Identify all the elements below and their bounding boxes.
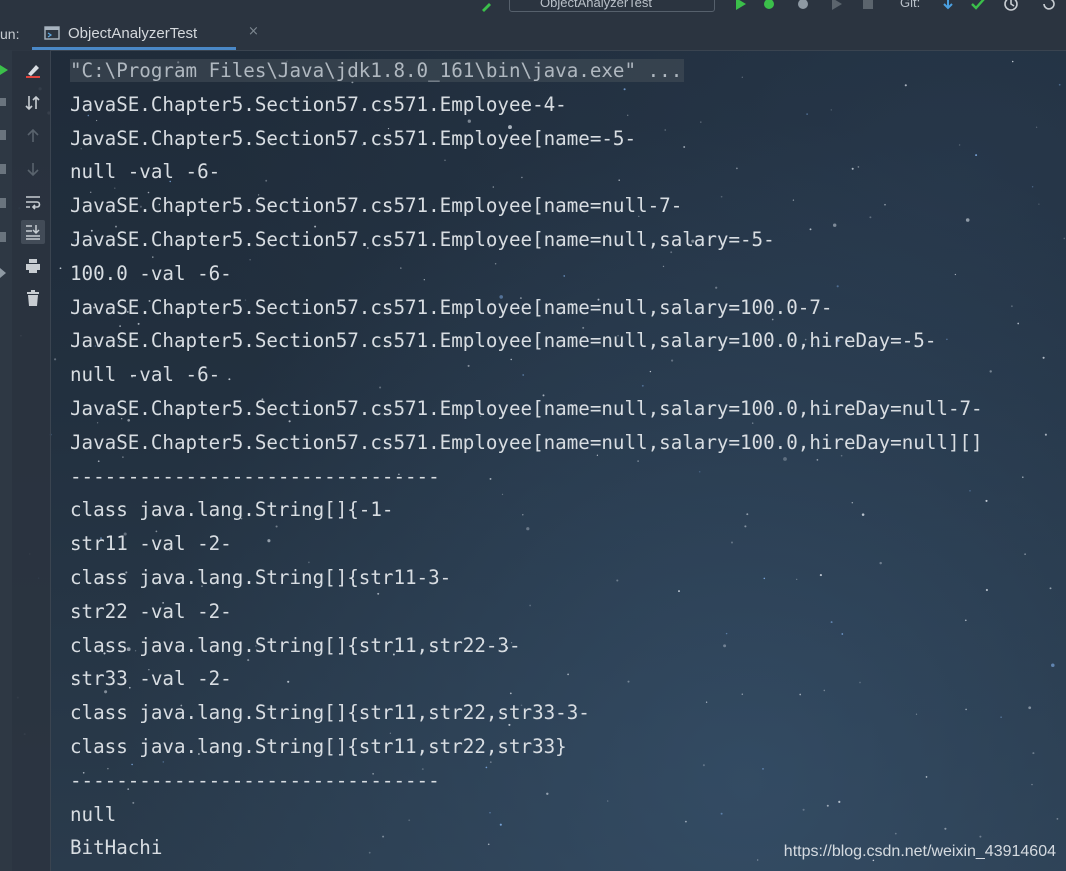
clear-console-icon[interactable] [21,58,45,82]
git-rollback-icon[interactable] [1040,0,1056,12]
console-line: JavaSE.Chapter5.Section57.cs571.Employee… [70,126,637,150]
command-line: "C:\Program Files\Java\jdk1.8.0_161\bin\… [70,54,1060,88]
scroll-to-end-icon[interactable] [21,220,45,244]
console-line: -------------------------------- [70,464,440,488]
run-icon[interactable] [733,0,749,12]
git-update-icon[interactable] [940,0,956,12]
console-line: JavaSE.Chapter5.Section57.cs571.Employee… [70,92,567,116]
tab-object-analyzer-test[interactable]: ObjectAnalyzerTest × [32,18,259,50]
command-line-text: "C:\Program Files\Java\jdk1.8.0_161\bin\… [70,59,685,82]
console-line: class java.lang.String[]{str11-3- [70,565,452,589]
star [54,358,57,361]
run-configuration-select[interactable]: ObjectAnalyzerTest [509,0,715,12]
main-toolbar: ObjectAnalyzerTest Git: [0,0,1066,18]
console-line: JavaSE.Chapter5.Section57.cs571.Employee… [70,227,775,251]
profile-icon[interactable] [829,0,845,12]
rerun-icon[interactable] [0,64,10,76]
console-lines: JavaSE.Chapter5.Section57.cs571.Employee… [70,88,1060,865]
run-tool-window-header: un: ObjectAnalyzerTest × [0,18,1066,51]
run-panel-label: un: [0,26,20,42]
console-line: JavaSE.Chapter5.Section57.cs571.Employee… [70,329,937,353]
ide-window: ObjectAnalyzerTest Git: un: ObjectAnalyz… [0,0,1066,871]
console-line: -------------------------------- [70,768,440,792]
console-line: JavaSE.Chapter5.Section57.cs571.Employee… [70,194,683,218]
console-line: class java.lang.String[]{str11,str22,str… [70,701,590,725]
console-line: class java.lang.String[]{-1- [70,498,394,522]
down-arrow-icon[interactable] [21,157,45,181]
console-line: null -val -6- [70,363,221,387]
console-line: str33 -val -2- [70,667,232,691]
console-line: class java.lang.String[]{str11,str22-3- [70,633,521,657]
print-icon[interactable] [21,254,45,278]
run-side-toolbar [0,50,12,871]
stop-icon[interactable] [860,0,876,12]
up-arrow-icon[interactable] [21,124,45,148]
git-commit-icon[interactable] [970,0,986,12]
build-hammer-icon[interactable] [480,0,496,12]
pin-tab-icon[interactable] [0,164,6,174]
trash-icon[interactable] [21,286,45,310]
console-line: class java.lang.String[]{str11,str22,str… [70,734,567,758]
sort-icon[interactable] [21,91,45,115]
console-line: str22 -val -2- [70,599,232,623]
star [1063,237,1066,240]
layout-icon[interactable] [0,198,6,208]
watermark: https://blog.csdn.net/weixin_43914604 [783,843,1056,860]
console-output[interactable]: "C:\Program Files\Java\jdk1.8.0_161\bin\… [70,54,1060,865]
git-label: Git: [900,0,921,10]
soft-wrap-icon[interactable] [21,190,45,214]
restore-layout-icon[interactable] [0,130,6,140]
dump-threads-icon[interactable] [0,232,6,242]
console-line: 100.0 -val -6- [70,261,232,285]
git-history-icon[interactable] [1003,0,1019,12]
console-line: null [70,802,117,826]
console-line: JavaSE.Chapter5.Section57.cs571.Employee… [70,295,833,319]
console-line: str11 -val -2- [70,532,232,556]
tab-label: ObjectAnalyzerTest [68,25,198,42]
stop-run-icon[interactable] [0,98,6,106]
console-line: JavaSE.Chapter5.Section57.cs571.Employee… [70,396,983,420]
console-line: null -val -6- [70,160,221,184]
coverage-icon[interactable] [795,0,811,12]
tab-close-icon[interactable]: × [248,24,259,39]
star [59,267,62,270]
console-tab-icon [44,26,60,40]
console-line: JavaSE.Chapter5.Section57.cs571.Employee… [70,430,983,454]
debug-bug-icon[interactable] [761,0,777,12]
more-actions-icon[interactable] [0,268,8,278]
